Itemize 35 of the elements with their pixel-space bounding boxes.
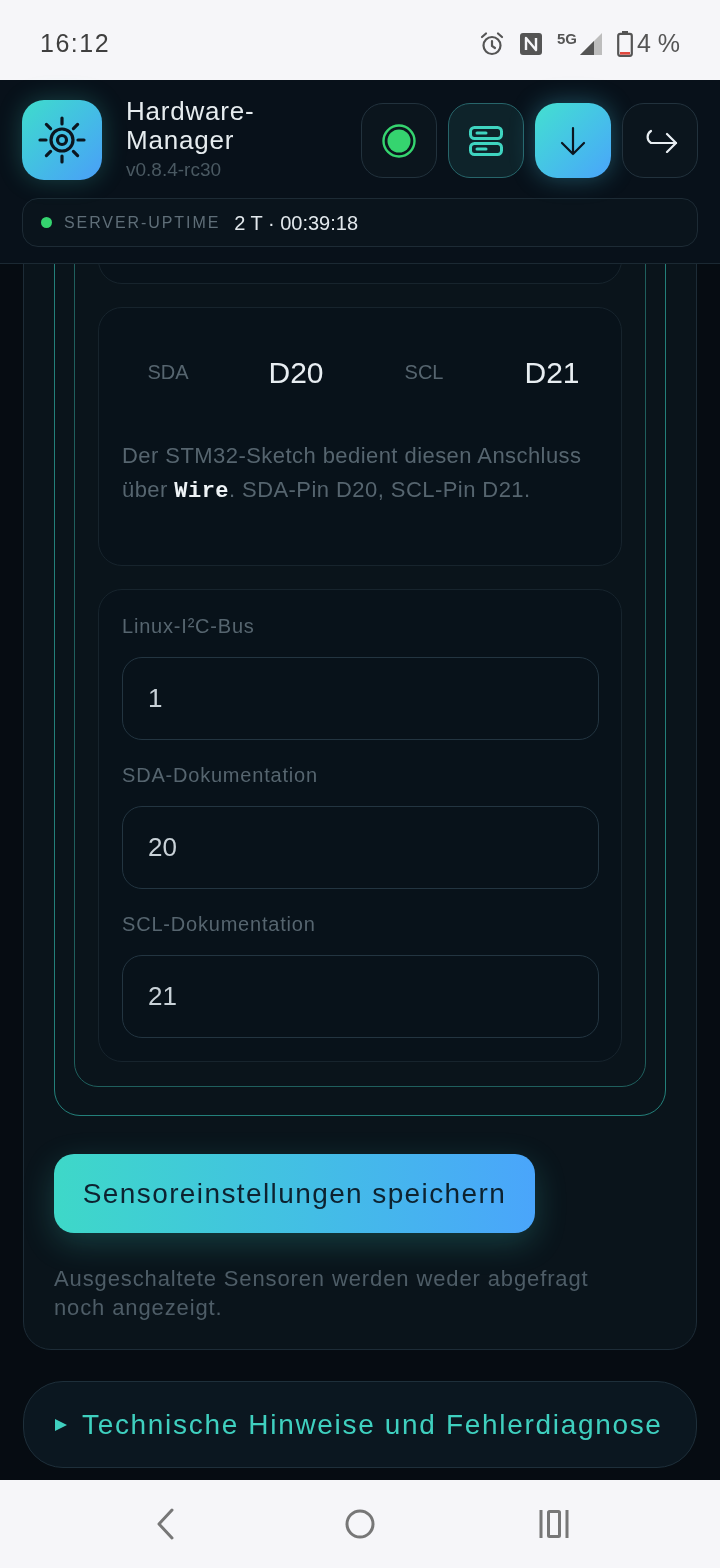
pin-value: D20 <box>267 354 325 391</box>
signal-icon <box>578 32 603 56</box>
download-button[interactable] <box>535 103 611 178</box>
server-icon <box>469 125 503 156</box>
battery-icon <box>616 31 633 57</box>
bus-description: Der STM32-Sketch bedient diesen Anschluss über Wire. SDA-Pin D20, SCL-Pin D21. <box>122 442 583 506</box>
battery-percent: 4 % <box>636 28 680 60</box>
network-type: 5G <box>556 30 577 46</box>
save-button[interactable]: Sensoreinstellungen speichern <box>54 1154 535 1233</box>
app-version: v0.8.4-rc30 <box>126 158 223 182</box>
server-button[interactable] <box>448 103 524 178</box>
pin-value: D21 <box>523 354 581 391</box>
details-toggle[interactable]: Technische Hinweise und Fehlerdiagnose <box>23 1381 697 1468</box>
pin-label: SCL <box>403 360 445 385</box>
hint-text: Ausgeschaltete Sensoren werden weder abgefragt noch angezeigt. <box>54 1265 590 1322</box>
uptime-label: SERVER-UPTIME <box>64 212 221 233</box>
nfc-icon <box>518 32 543 56</box>
recent-apps-icon[interactable] <box>539 1510 569 1538</box>
status-dot-icon <box>382 123 416 158</box>
input-field[interactable]: 21 <box>122 955 599 1038</box>
clock-time: 16:12 <box>40 28 111 60</box>
home-icon[interactable] <box>345 1509 375 1539</box>
sun-icon <box>22 100 102 180</box>
uptime-value: 2 T · 00:39:18 <box>234 210 359 236</box>
status-button[interactable] <box>361 103 437 178</box>
input-field[interactable]: 1 <box>122 657 599 740</box>
app-title: Hardware-Manager <box>126 97 256 155</box>
arrow-button[interactable] <box>622 103 698 178</box>
input-field[interactable]: 20 <box>122 806 599 889</box>
pin-label: SDA <box>146 360 190 385</box>
download-arrow-icon <box>560 125 586 156</box>
field-label: SCL-Dokumentation <box>122 912 317 937</box>
field-label: Linux-I²C-Bus <box>122 614 256 639</box>
field-label: SDA-Dokumentation <box>122 763 319 788</box>
alarm-clock-icon <box>478 31 505 57</box>
